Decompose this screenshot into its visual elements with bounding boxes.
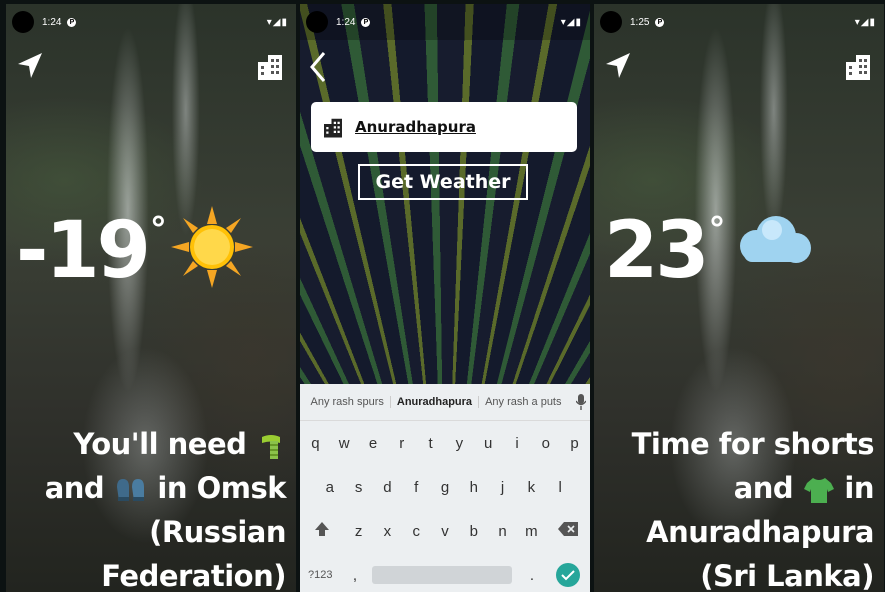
- key-row-4: ?123 , .: [300, 553, 590, 592]
- city-search-box[interactable]: [311, 102, 577, 152]
- degree-symbol: °: [149, 210, 167, 250]
- backspace-key[interactable]: [546, 522, 590, 540]
- clothing-message: You'll need and in Omsk (Russian Federat…: [44, 422, 287, 592]
- key-z[interactable]: z: [344, 523, 373, 540]
- back-arrow-icon[interactable]: [308, 50, 328, 84]
- status-bar: 1:25 P ▾◢▮: [594, 4, 884, 40]
- city-icon[interactable]: [842, 50, 874, 82]
- clothing-message: Time for shorts and in Anuradhapura (Sri…: [631, 422, 875, 592]
- message-line-1: Time for shorts: [631, 427, 875, 461]
- key-y[interactable]: y: [445, 435, 474, 452]
- city-input[interactable]: [353, 117, 557, 137]
- status-icons: ▾◢▮: [266, 16, 288, 28]
- screen-anuradhapura: 1:25 P ▾◢▮ 23 ° Time for shorts and in A…: [594, 4, 884, 592]
- degree-symbol: °: [708, 210, 726, 250]
- key-w[interactable]: w: [330, 435, 359, 452]
- camera-cutout: [600, 11, 622, 33]
- key-r[interactable]: r: [387, 435, 416, 452]
- key-s[interactable]: s: [344, 479, 373, 496]
- key-t[interactable]: t: [416, 435, 445, 452]
- status-bar: 1:24 P ▾◢▮: [6, 4, 296, 40]
- tshirt-icon: [803, 478, 834, 503]
- key-k[interactable]: k: [517, 479, 546, 496]
- key-g[interactable]: g: [431, 479, 460, 496]
- camera-cutout: [12, 11, 34, 33]
- enter-key[interactable]: [556, 563, 580, 587]
- status-time: 1:24: [42, 16, 62, 28]
- app-notification-icon: P: [361, 17, 371, 27]
- key-j[interactable]: j: [488, 479, 517, 496]
- message-line-3: Anuradhapura: [646, 515, 874, 549]
- key-o[interactable]: o: [531, 435, 560, 452]
- status-time: 1:25: [630, 16, 650, 28]
- key-n[interactable]: n: [488, 523, 517, 540]
- key-q[interactable]: q: [301, 435, 330, 452]
- backspace-icon: [557, 522, 578, 536]
- key-p[interactable]: p: [560, 435, 589, 452]
- key-b[interactable]: b: [459, 523, 488, 540]
- suggestion-2[interactable]: Anuradhapura: [389, 396, 480, 408]
- key-v[interactable]: v: [431, 523, 460, 540]
- status-bar: 1:24 P ▾◢▮: [300, 4, 590, 40]
- key-f[interactable]: f: [402, 479, 431, 496]
- message-line-2a: and: [733, 471, 794, 505]
- message-line-2b: in Omsk: [157, 471, 286, 505]
- temperature-value: -19: [16, 206, 151, 296]
- temperature-value: 23: [604, 206, 710, 296]
- mic-icon[interactable]: [575, 394, 586, 410]
- location-arrow-icon[interactable]: [14, 50, 46, 82]
- shift-icon: [315, 522, 330, 536]
- status-icons: ▾◢▮: [560, 16, 582, 28]
- key-e[interactable]: e: [359, 435, 388, 452]
- key-row-2: a s d f g h j k l: [300, 465, 590, 509]
- key-a[interactable]: a: [315, 479, 344, 496]
- key-c[interactable]: c: [402, 523, 431, 540]
- period-key[interactable]: .: [518, 567, 546, 584]
- key-i[interactable]: i: [503, 435, 532, 452]
- city-icon[interactable]: [254, 50, 286, 82]
- scarf-icon: [262, 435, 280, 459]
- city-icon: [324, 118, 342, 138]
- message-line-4: (Sri Lanka): [700, 559, 874, 592]
- suggestion-bar: Any rash spurs Anuradhapura Any rash a p…: [300, 384, 590, 421]
- comma-key[interactable]: ,: [344, 567, 366, 584]
- app-notification-icon: P: [655, 17, 665, 27]
- location-arrow-icon[interactable]: [602, 50, 634, 82]
- key-l[interactable]: l: [546, 479, 575, 496]
- key-row-3: z x c v b n m: [300, 509, 590, 553]
- status-icons: ▾◢▮: [854, 16, 876, 28]
- message-line-1: You'll need: [73, 427, 247, 461]
- gloves-icon: [116, 479, 144, 501]
- shift-key[interactable]: [300, 521, 344, 541]
- status-time: 1:24: [336, 16, 356, 28]
- message-line-4: Federation): [101, 559, 286, 592]
- symbols-key[interactable]: ?123: [308, 569, 344, 581]
- space-key[interactable]: [372, 566, 512, 584]
- onscreen-keyboard: Any rash spurs Anuradhapura Any rash a p…: [300, 384, 590, 592]
- key-d[interactable]: d: [373, 479, 402, 496]
- screen-search: 1:24 P ▾◢▮ Get Weather Any rash spurs An…: [300, 4, 590, 592]
- key-x[interactable]: x: [373, 523, 402, 540]
- cloud-icon: [739, 216, 811, 263]
- key-m[interactable]: m: [517, 523, 546, 540]
- key-row-1: q w e r t y u i o p: [300, 421, 590, 465]
- key-h[interactable]: h: [459, 479, 488, 496]
- message-line-2a: and: [44, 471, 105, 505]
- temperature-display: -19 °: [16, 206, 253, 296]
- checkmark-icon: [561, 570, 575, 581]
- suggestion-3[interactable]: Any rash a puts: [479, 396, 567, 408]
- app-notification-icon: P: [67, 17, 77, 27]
- suggestion-1[interactable]: Any rash spurs: [305, 396, 390, 408]
- sun-icon: [170, 206, 253, 288]
- message-line-3: (Russian: [149, 515, 286, 549]
- temperature-display: 23 °: [604, 206, 816, 296]
- message-line-2b: in: [844, 471, 874, 505]
- screen-omsk: 1:24 P ▾◢▮ -19 ° You'll need and in Omsk…: [6, 4, 296, 592]
- get-weather-button[interactable]: Get Weather: [358, 164, 528, 200]
- camera-cutout: [306, 11, 328, 33]
- key-u[interactable]: u: [474, 435, 503, 452]
